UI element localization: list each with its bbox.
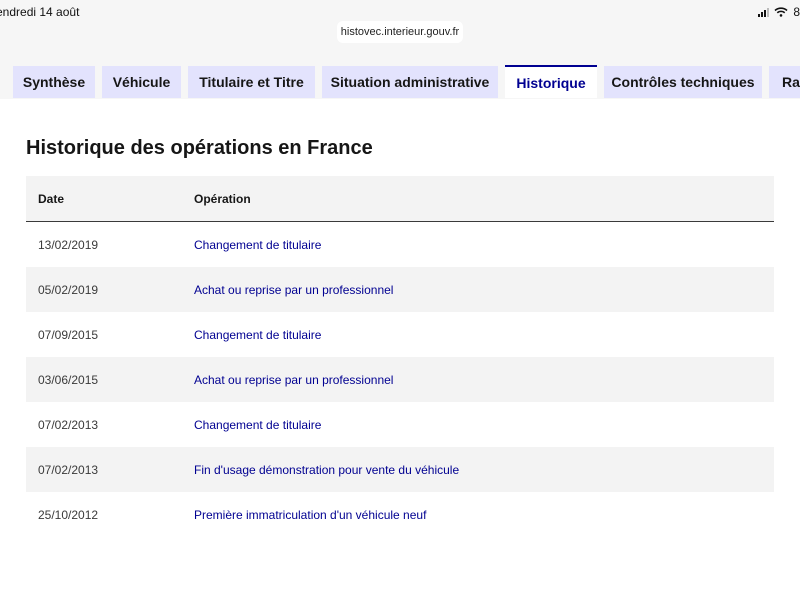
row-operation: Achat ou reprise par un professionnel	[194, 372, 394, 387]
row-date: 03/06/2015	[38, 372, 99, 387]
tab-situation-administrative[interactable]: Situation administrative	[322, 66, 498, 98]
battery-level: 8	[793, 5, 800, 19]
signal-icon	[758, 7, 770, 17]
row-operation: Fin d'usage démonstration pour vente du …	[194, 462, 460, 477]
tab-controles-techniques[interactable]: Contrôles techniques	[604, 66, 762, 98]
page-title: Historique des opérations en France	[26, 137, 373, 159]
table-row: 13/02/2019 Changement de titulaire	[26, 222, 774, 267]
row-date: 07/09/2015	[38, 327, 99, 342]
tab-rapport[interactable]: Rap	[769, 66, 800, 98]
row-date: 07/02/2013	[38, 462, 99, 477]
wifi-icon	[774, 7, 788, 17]
tab-vehicule[interactable]: Véhicule	[102, 66, 181, 98]
row-date: 13/02/2019	[38, 237, 99, 252]
row-date: 07/02/2013	[38, 417, 99, 432]
row-operation: Changement de titulaire	[194, 417, 322, 432]
table-row: 07/02/2013 Changement de titulaire	[26, 402, 774, 447]
table-body: 13/02/2019 Changement de titulaire 05/02…	[26, 222, 774, 537]
table-header: Date Opération	[26, 176, 774, 222]
table-row: 25/10/2012 Première immatriculation d'un…	[26, 492, 774, 537]
history-table: Date Opération 13/02/2019 Changement de …	[26, 176, 774, 537]
row-operation: Changement de titulaire	[194, 327, 322, 342]
table-row: 03/06/2015 Achat ou reprise par un profe…	[26, 357, 774, 402]
row-date: 05/02/2019	[38, 282, 99, 297]
row-operation: Changement de titulaire	[194, 237, 322, 252]
tab-synthese[interactable]: Synthèse	[13, 66, 95, 98]
row-date: 25/10/2012	[38, 507, 99, 522]
column-header-date: Date	[38, 191, 65, 206]
address-bar[interactable]: histovec.interieur.gouv.fr	[337, 21, 463, 43]
table-row: 05/02/2019 Achat ou reprise par un profe…	[26, 267, 774, 312]
table-row: 07/09/2015 Changement de titulaire	[26, 312, 774, 357]
row-operation: Achat ou reprise par un professionnel	[194, 282, 394, 297]
tab-bar: Synthèse Véhicule Titulaire et Titre Sit…	[0, 65, 800, 100]
column-header-operation: Opération	[194, 191, 251, 206]
tab-titulaire-et-titre[interactable]: Titulaire et Titre	[188, 66, 315, 98]
tab-historique[interactable]: Historique	[505, 65, 597, 98]
status-indicators: 8	[758, 5, 800, 19]
history-panel: Historique des opérations en France Date…	[0, 99, 800, 600]
row-operation: Première immatriculation d'un véhicule n…	[194, 507, 427, 522]
status-time: endredi 14 août	[0, 5, 80, 19]
table-row: 07/02/2013 Fin d'usage démonstration pou…	[26, 447, 774, 492]
